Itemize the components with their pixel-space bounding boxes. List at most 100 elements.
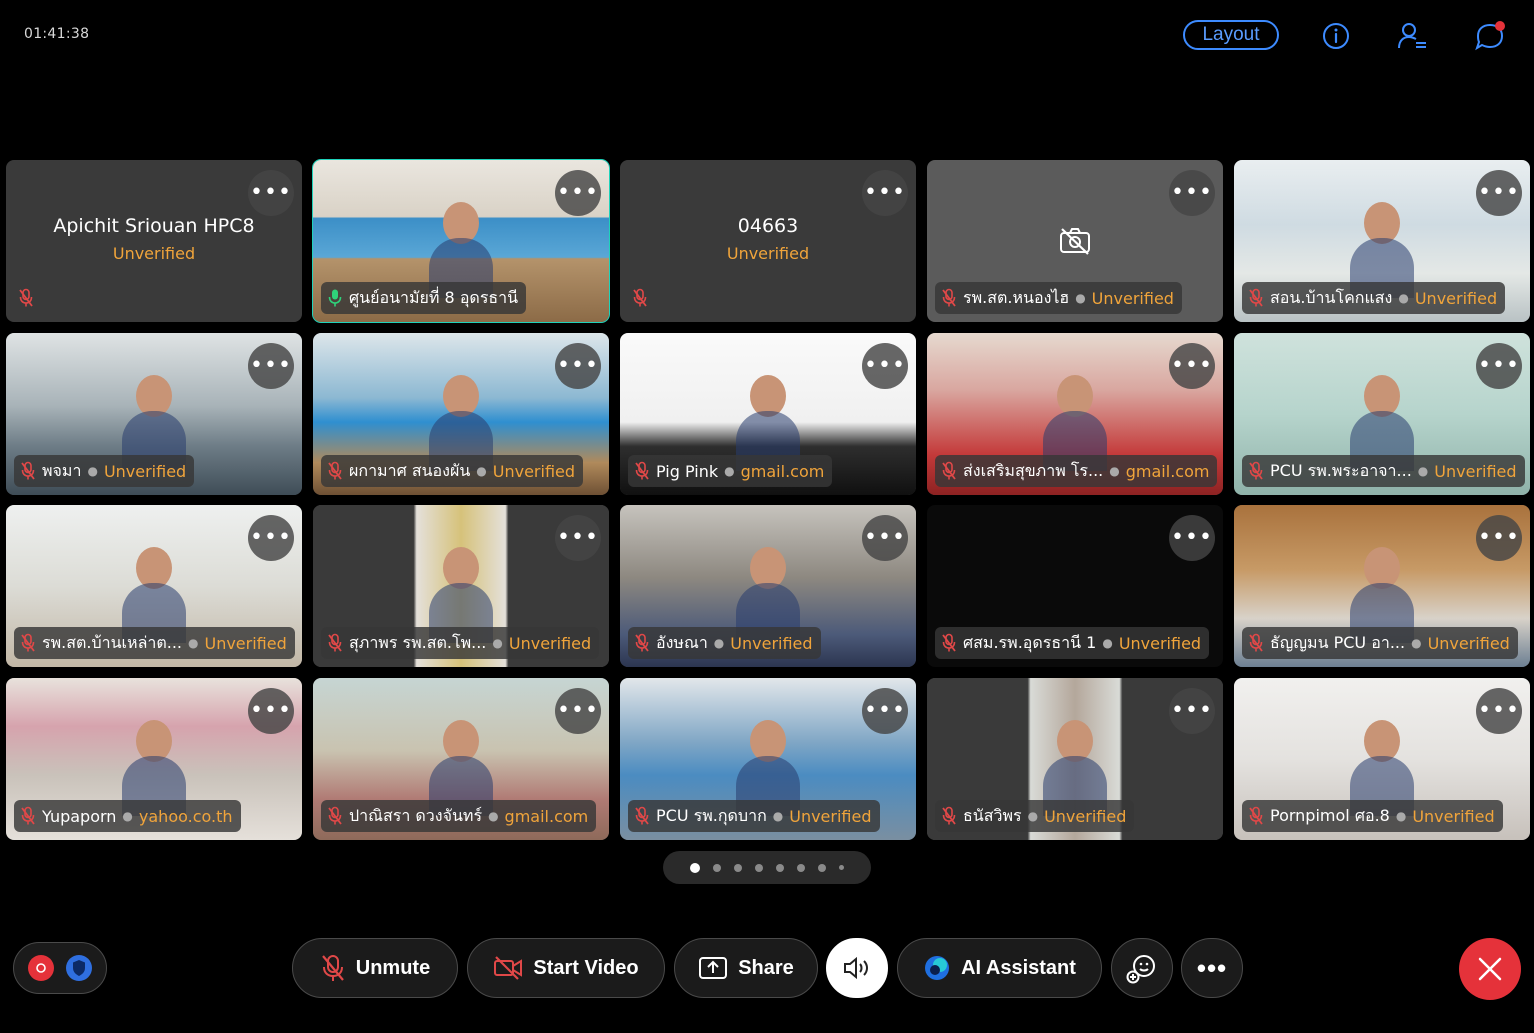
page-dot[interactable] xyxy=(776,863,784,872)
tile-more-button[interactable]: ••• xyxy=(1169,343,1215,389)
participant-tile[interactable]: ••• ธนัสวิพร ● Unverified xyxy=(927,678,1223,840)
tile-more-button[interactable]: ••• xyxy=(555,688,601,734)
page-dot[interactable] xyxy=(839,865,844,870)
tile-more-button[interactable]: ••• xyxy=(1476,343,1522,389)
unmute-label: Unmute xyxy=(355,956,431,979)
page-dot[interactable] xyxy=(797,863,805,872)
tile-more-button[interactable]: ••• xyxy=(862,343,908,389)
ai-assistant-button[interactable]: AI Assistant xyxy=(897,938,1102,998)
mic-muted-icon xyxy=(1249,633,1263,652)
mic-muted-icon xyxy=(321,955,344,981)
tile-more-button[interactable]: ••• xyxy=(1169,515,1215,561)
tile-more-button[interactable]: ••• xyxy=(248,343,294,389)
participant-tile[interactable]: ••• ส่งเสริมสุขภาพ โร... ● gmail.com xyxy=(927,333,1223,495)
tile-more-button[interactable]: ••• xyxy=(1169,170,1215,216)
mic-muted-icon xyxy=(942,461,956,480)
participant-tile[interactable]: ••• ผกามาศ สนองผัน ● Unverified xyxy=(313,333,609,495)
page-dot[interactable] xyxy=(734,863,742,872)
shield-icon xyxy=(66,955,92,981)
participant-name-pill: ปาณิสรา ดวงจันทร์ ● gmail.com xyxy=(321,800,597,832)
more-options-button[interactable]: ••• xyxy=(1181,938,1243,998)
start-video-button[interactable]: Start Video xyxy=(467,938,665,998)
participant-tile[interactable]: ••• Pornpimol ศอ.8 ● Unverified xyxy=(1234,678,1530,840)
separator-dot: ● xyxy=(188,636,199,650)
participant-tile[interactable]: ••• Apichit Sriouan HPC8 Unverified xyxy=(6,160,302,322)
participant-name: ธนัสวิพร xyxy=(963,805,1022,825)
close-icon xyxy=(1478,957,1502,981)
tile-more-button[interactable]: ••• xyxy=(555,343,601,389)
end-call-button[interactable] xyxy=(1459,938,1521,1000)
participant-tile[interactable]: ••• สุภาพร รพ.สต.โพ... ● Unverified xyxy=(313,505,609,667)
info-button[interactable] xyxy=(1318,18,1354,54)
participants-button[interactable] xyxy=(1394,18,1430,54)
tile-more-button[interactable]: ••• xyxy=(248,688,294,734)
participant-tile[interactable]: ••• ศสม.รพ.อุดรธานี 1 ● Unverified xyxy=(927,505,1223,667)
page-dot[interactable] xyxy=(713,863,721,872)
ai-assistant-label: AI Assistant xyxy=(961,956,1076,979)
participant-tile[interactable]: ••• ศูนย์อนามัยที่ 8 อุดรธานี xyxy=(313,160,609,322)
tile-more-button[interactable]: ••• xyxy=(248,515,294,561)
participant-tile[interactable]: ••• พจมา ● Unverified xyxy=(6,333,302,495)
page-dot[interactable] xyxy=(818,863,826,872)
participant-tile[interactable]: ••• PCU รพ.พระอาจา... ● Unverified xyxy=(1234,333,1530,495)
mic-muted-icon xyxy=(328,461,342,480)
reactions-button[interactable] xyxy=(1111,938,1173,998)
security-pill[interactable] xyxy=(13,942,107,994)
participant-name-pill: ผกามาศ สนองผัน ● Unverified xyxy=(321,455,584,487)
info-icon xyxy=(1323,23,1349,49)
participant-name: PCU รพ.กุดบาก xyxy=(656,805,767,825)
participant-status: Unverified xyxy=(1434,461,1517,481)
mic-muted-icon xyxy=(1249,806,1263,825)
share-icon xyxy=(699,957,728,979)
participant-tile[interactable]: ••• อังษณา ● Unverified xyxy=(620,505,916,667)
more-icon: ••• xyxy=(250,180,292,205)
participant-tile[interactable]: ••• Pig Pink ● gmail.com xyxy=(620,333,916,495)
unmute-button[interactable]: Unmute xyxy=(292,938,458,998)
more-icon: ••• xyxy=(1171,525,1213,550)
participant-tile[interactable]: ••• สอน.บ้านโคกแสง ● Unverified xyxy=(1234,160,1530,322)
participant-tile[interactable]: ••• PCU รพ.กุดบาก ● Unverified xyxy=(620,678,916,840)
tile-more-button[interactable]: ••• xyxy=(1476,688,1522,734)
tile-more-button[interactable]: ••• xyxy=(862,170,908,216)
page-dot[interactable] xyxy=(755,863,763,872)
participant-tile[interactable]: ••• รพ.สต.บ้านเหล่าต... ● Unverified xyxy=(6,505,302,667)
separator-dot: ● xyxy=(87,464,98,478)
participant-tile[interactable]: ••• ปาณิสรา ดวงจันทร์ ● gmail.com xyxy=(313,678,609,840)
tile-more-button[interactable]: ••• xyxy=(1476,515,1522,561)
more-icon: ••• xyxy=(557,353,599,378)
more-icon: ••• xyxy=(864,698,906,723)
share-button[interactable]: Share xyxy=(674,938,818,998)
tile-more-button[interactable]: ••• xyxy=(862,515,908,561)
mic-status xyxy=(18,288,34,312)
participant-name-pill: ธัญญมน PCU อา... ● Unverified xyxy=(1242,627,1518,659)
participant-tile[interactable]: ••• ธัญญมน PCU อา... ● Unverified xyxy=(1234,505,1530,667)
mic-icon xyxy=(328,289,342,307)
separator-dot: ● xyxy=(1398,291,1409,305)
layout-button[interactable]: Layout xyxy=(1183,20,1279,50)
participant-name-pill: พจมา ● Unverified xyxy=(14,455,195,487)
participant-name: Yupaporn xyxy=(42,806,117,826)
participant-status: Unverified xyxy=(1427,633,1510,653)
mic-status xyxy=(632,288,648,312)
participant-name-pill: สอน.บ้านโคกแสง ● Unverified xyxy=(1242,282,1506,314)
more-icon: ••• xyxy=(1171,180,1213,205)
page-indicator[interactable] xyxy=(663,851,871,884)
tile-more-button[interactable]: ••• xyxy=(1169,688,1215,734)
audio-button[interactable] xyxy=(826,938,888,998)
participant-tile[interactable]: ••• Yupaporn ● yahoo.co.th xyxy=(6,678,302,840)
tile-more-button[interactable]: ••• xyxy=(862,688,908,734)
tile-more-button[interactable]: ••• xyxy=(555,515,601,561)
chat-button[interactable] xyxy=(1472,18,1508,54)
mic-muted-icon xyxy=(21,633,35,652)
tile-more-button[interactable]: ••• xyxy=(1476,170,1522,216)
participant-tile[interactable]: ••• รพ.สต.หนองไฮ ● Unverified xyxy=(927,160,1223,322)
camera-off-indicator xyxy=(1058,226,1092,260)
participant-status: Unverified xyxy=(726,244,810,263)
participant-status: Unverified xyxy=(492,461,576,481)
tile-more-button[interactable]: ••• xyxy=(555,170,601,216)
participant-silhouette xyxy=(1350,547,1414,643)
tile-more-button[interactable]: ••• xyxy=(248,170,294,216)
page-dot[interactable] xyxy=(690,862,700,873)
participant-name-pill: อังษณา ● Unverified xyxy=(628,627,821,659)
participant-tile[interactable]: ••• 04663 Unverified xyxy=(620,160,916,322)
